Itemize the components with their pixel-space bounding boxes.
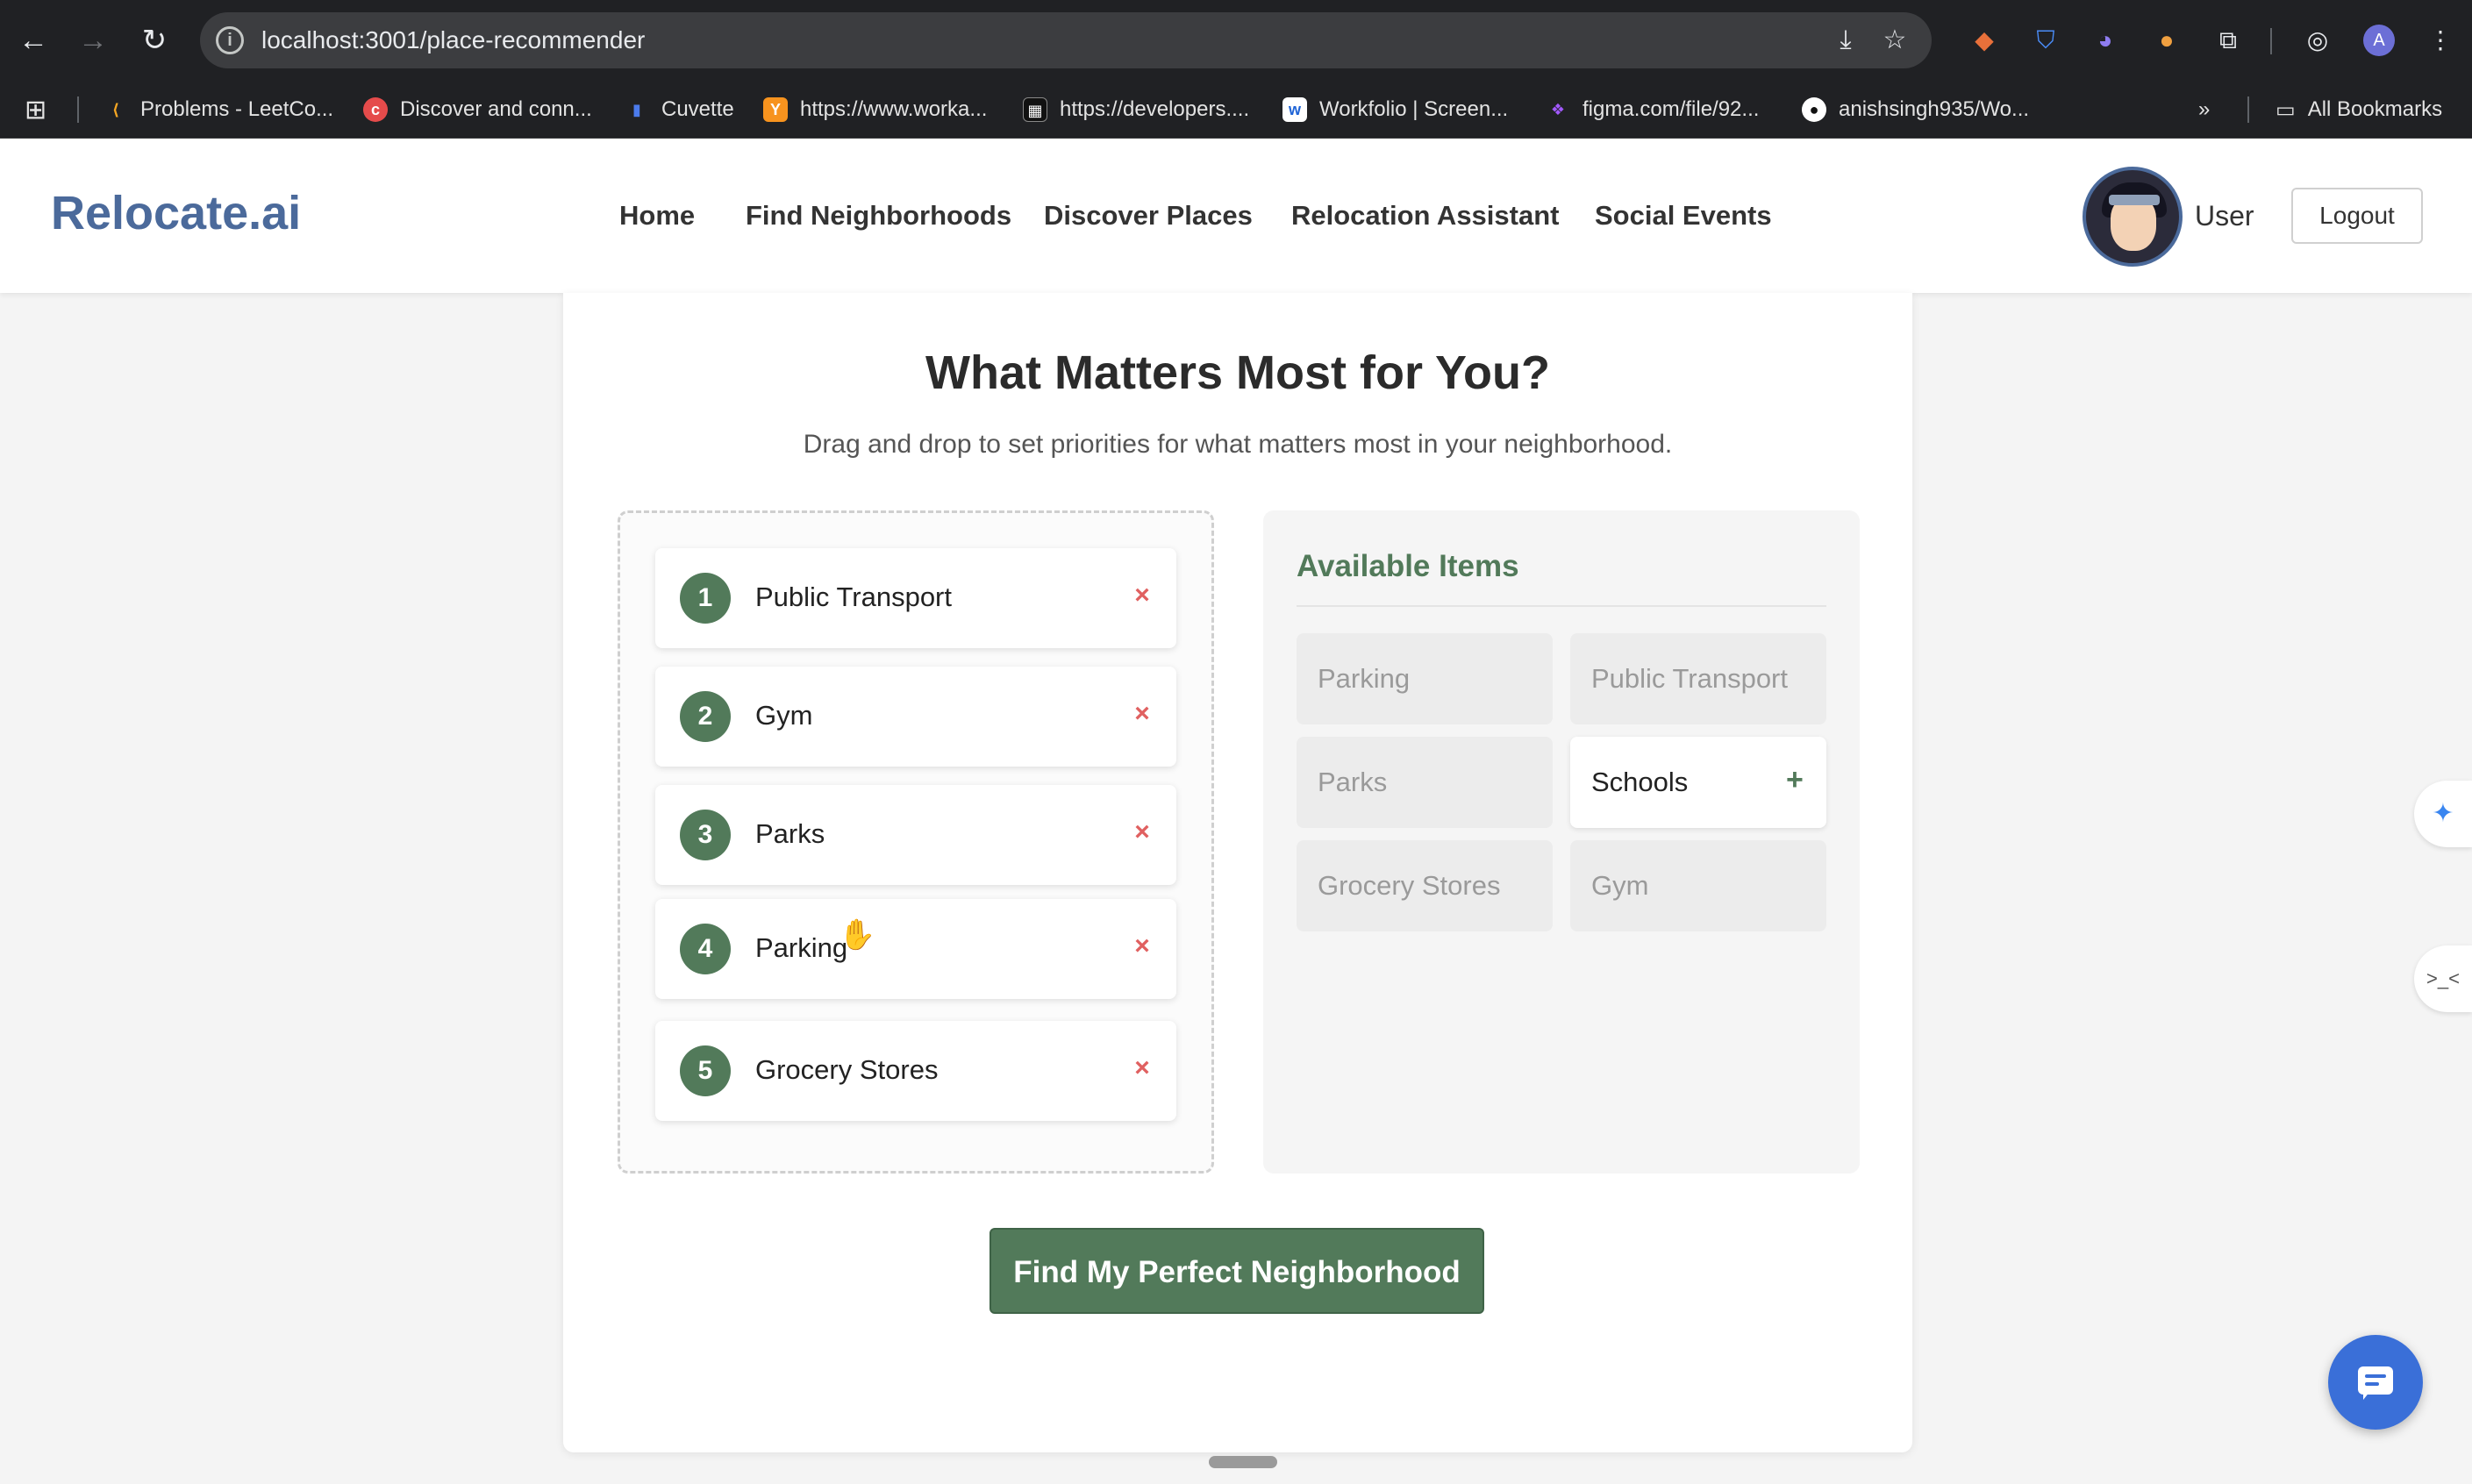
priority-rank-badge: 3	[680, 810, 731, 860]
remove-icon[interactable]: ×	[1129, 815, 1155, 850]
chat-icon	[2358, 1366, 2393, 1400]
nav-home[interactable]: Home	[619, 200, 695, 232]
priority-label: Grocery Stores	[755, 1054, 939, 1085]
grab-cursor-icon: ✋	[839, 918, 876, 952]
figma-icon: ❖	[1550, 101, 1566, 118]
forward-arrow-icon[interactable]: →	[75, 23, 111, 58]
priority-item[interactable]: 3 Parks ×	[655, 785, 1176, 885]
priority-item[interactable]: 5 Grocery Stores ×	[655, 1021, 1176, 1121]
priority-item[interactable]: 2 Gym ×	[655, 667, 1176, 767]
install-app-icon[interactable]: ⤓	[1830, 25, 1861, 56]
priority-drop-zone[interactable]: 1 Public Transport × 2 Gym × 3 Parks × 4…	[618, 510, 1214, 1174]
priority-rank-badge: 1	[680, 573, 731, 624]
chat-button[interactable]	[2328, 1335, 2423, 1430]
available-item[interactable]: Gym	[1570, 840, 1826, 931]
workana-icon: Y	[763, 97, 788, 122]
available-items-title: Available Items	[1297, 549, 1519, 583]
available-item[interactable]: Public Transport	[1570, 633, 1826, 724]
nav-relocation-assistant[interactable]: Relocation Assistant	[1291, 200, 1559, 232]
user-avatar[interactable]	[2083, 167, 2183, 267]
toolbar-divider	[2270, 28, 2272, 54]
divider	[1297, 605, 1826, 607]
extension-fox-icon[interactable]: ◆	[1967, 23, 2002, 58]
bookmark-item[interactable]: ⟨ Problems - LeetCo...	[104, 93, 333, 126]
nav-find-neighborhoods[interactable]: Find Neighborhoods	[746, 200, 1011, 232]
priority-rank-badge: 5	[680, 1045, 731, 1096]
side-tool-icon[interactable]: >_<	[2414, 945, 2472, 1012]
bookmarks-overflow-icon[interactable]: »	[2198, 93, 2210, 126]
bookmarks-bar: ⊞ ⟨ Problems - LeetCo... c Discover and co…	[0, 81, 2472, 139]
address-bar-url[interactable]: localhost:3001/place-recommender	[261, 26, 645, 54]
remove-icon[interactable]: ×	[1129, 696, 1155, 731]
remove-icon[interactable]: ×	[1129, 1051, 1155, 1086]
priority-item[interactable]: 1 Public Transport ×	[655, 548, 1176, 648]
bookmark-item[interactable]: ❖ figma.com/file/92...	[1546, 93, 1760, 126]
github-icon: ●	[1802, 97, 1826, 122]
priority-item[interactable]: 4 Parking ×	[655, 899, 1176, 999]
folder-icon: ▭	[2276, 97, 2296, 122]
add-icon[interactable]: +	[1786, 763, 1804, 797]
user-name: User	[2195, 200, 2254, 232]
address-bar[interactable]: i localhost:3001/place-recommender ⤓ ☆	[200, 12, 1932, 68]
priority-label: Parking	[755, 932, 848, 963]
extension-ghost-icon[interactable]: ◕	[2088, 23, 2123, 58]
app-logo[interactable]: Relocate.ai	[51, 186, 301, 240]
bookmark-star-icon[interactable]: ☆	[1879, 25, 1911, 56]
bookmark-item[interactable]: w Workfolio | Screen...	[1282, 93, 1508, 126]
scroll-handle[interactable]	[1209, 1456, 1277, 1468]
priorities-card: What Matters Most for You? Drag and drop…	[563, 293, 1912, 1452]
extension-shield-icon[interactable]: ⛉	[2028, 23, 2063, 58]
all-bookmarks[interactable]: ▭ All Bookmarks	[2276, 93, 2442, 126]
workfolio-icon: w	[1282, 97, 1307, 122]
sparkle-drop-icon[interactable]: ✦	[2414, 781, 2472, 847]
back-arrow-icon[interactable]: ←	[16, 23, 51, 58]
browser-menu-icon[interactable]: ⋮	[2423, 23, 2458, 58]
leetcode-icon: ⟨	[111, 101, 120, 118]
extension-pill-icon[interactable]: ●	[2149, 23, 2184, 58]
find-neighborhood-button[interactable]: Find My Perfect Neighborhood	[990, 1228, 1484, 1314]
bookmark-item[interactable]: ● anishsingh935/Wo...	[1802, 93, 2029, 126]
bookmark-item[interactable]: c Discover and conn...	[363, 93, 592, 126]
developers-icon: ▦	[1023, 97, 1047, 122]
available-item-schools[interactable]: Schools +	[1570, 737, 1826, 828]
available-item[interactable]: Parking	[1297, 633, 1553, 724]
browser-toolbar: ← → ↻ i localhost:3001/place-recommender…	[0, 0, 2472, 81]
remove-icon[interactable]: ×	[1129, 929, 1155, 964]
bookmarks-divider	[2247, 96, 2249, 123]
bookmark-item[interactable]: ▮ Cuvette	[625, 93, 734, 126]
priority-label: Gym	[755, 700, 813, 731]
bookmarks-divider	[77, 96, 79, 123]
app-header: Relocate.ai Home Find Neighborhoods Disc…	[0, 139, 2472, 293]
available-items-panel: Available Items Parking Public Transport…	[1263, 510, 1860, 1174]
discover-icon: c	[363, 97, 388, 122]
page-title: What Matters Most for You?	[925, 346, 1550, 399]
profile-avatar[interactable]: A	[2363, 25, 2395, 56]
priority-rank-badge: 2	[680, 691, 731, 742]
priority-label: Public Transport	[755, 581, 952, 612]
apps-grid-icon[interactable]: ⊞	[25, 93, 46, 126]
page-subtitle: Drag and drop to set priorities for what…	[803, 430, 1673, 459]
available-item[interactable]: Parks	[1297, 737, 1553, 828]
remove-icon[interactable]: ×	[1129, 578, 1155, 613]
extensions-puzzle-icon[interactable]: ⧉	[2211, 23, 2246, 58]
nav-social-events[interactable]: Social Events	[1595, 200, 1772, 232]
bookmark-item[interactable]: Yhttps://www.worka...	[763, 93, 987, 126]
priority-label: Parks	[755, 818, 825, 849]
bookmark-item[interactable]: ▦ https://developers....	[1023, 93, 1249, 126]
site-info-icon[interactable]: i	[216, 26, 244, 54]
performance-icon[interactable]: ◎	[2300, 23, 2335, 58]
available-item[interactable]: Grocery Stores	[1297, 840, 1553, 931]
reload-icon[interactable]: ↻	[137, 23, 172, 58]
priority-rank-badge: 4	[680, 924, 731, 974]
logout-button[interactable]: Logout	[2291, 188, 2423, 244]
cuvette-icon: ▮	[632, 101, 641, 118]
nav-discover-places[interactable]: Discover Places	[1044, 200, 1253, 232]
